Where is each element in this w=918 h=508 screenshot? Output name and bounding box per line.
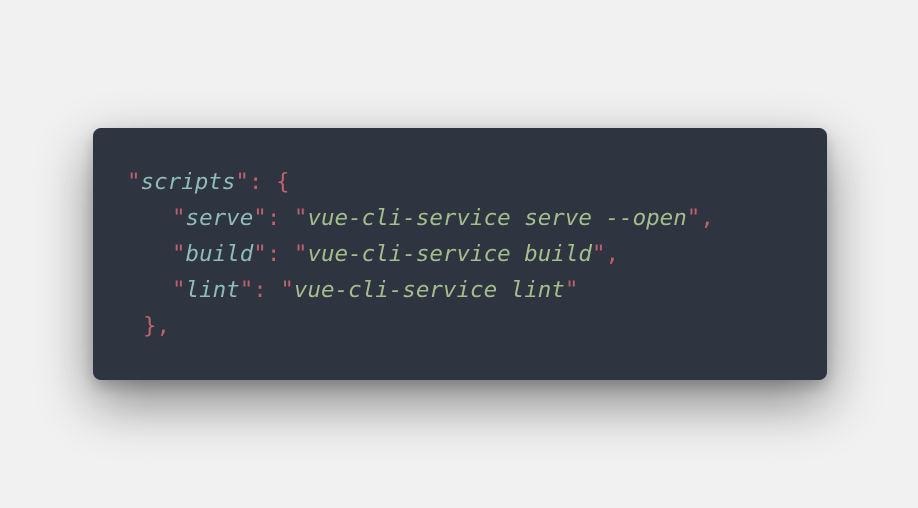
quote: " — [172, 205, 186, 231]
open-brace: { — [276, 169, 290, 195]
quote: " — [235, 169, 249, 195]
json-key-serve: serve — [185, 205, 254, 231]
quote: " — [293, 241, 308, 267]
json-key-build: build — [185, 241, 254, 267]
colon: : — [266, 241, 294, 267]
quote: " — [172, 241, 186, 267]
code-line-close: }, — [127, 308, 714, 344]
comma: , — [700, 205, 714, 231]
close-brace: }, — [143, 313, 171, 339]
quote: " — [172, 277, 186, 303]
quote: " — [127, 169, 141, 195]
code-block: "scripts": {"serve": "vue-cli-service se… — [127, 164, 714, 344]
json-key-lint: lint — [185, 277, 240, 303]
quote: " — [253, 205, 267, 231]
colon: : — [266, 205, 294, 231]
quote: " — [253, 241, 267, 267]
code-line-build: "build": "vue-cli-service build", — [127, 236, 714, 272]
quote: " — [239, 277, 254, 303]
comma: , — [605, 241, 620, 267]
colon: : — [253, 277, 281, 303]
code-line-scripts: "scripts": { — [127, 164, 714, 200]
json-value-lint: vue-cli-service lint — [293, 277, 565, 303]
code-line-lint: "lint": "vue-cli-service lint" — [127, 272, 714, 308]
quote: " — [591, 241, 606, 267]
quote: " — [564, 277, 579, 303]
json-value-build: vue-cli-service build — [307, 241, 592, 267]
quote: " — [686, 205, 701, 231]
colon: : — [248, 169, 277, 195]
quote: " — [280, 277, 294, 303]
quote: " — [293, 205, 308, 231]
json-key-scripts: scripts — [140, 169, 236, 195]
json-value-serve: vue-cli-service serve --open — [307, 205, 687, 231]
code-line-serve: "serve": "vue-cli-service serve --open", — [127, 200, 714, 236]
code-snippet-card: "scripts": {"serve": "vue-cli-service se… — [93, 128, 827, 380]
